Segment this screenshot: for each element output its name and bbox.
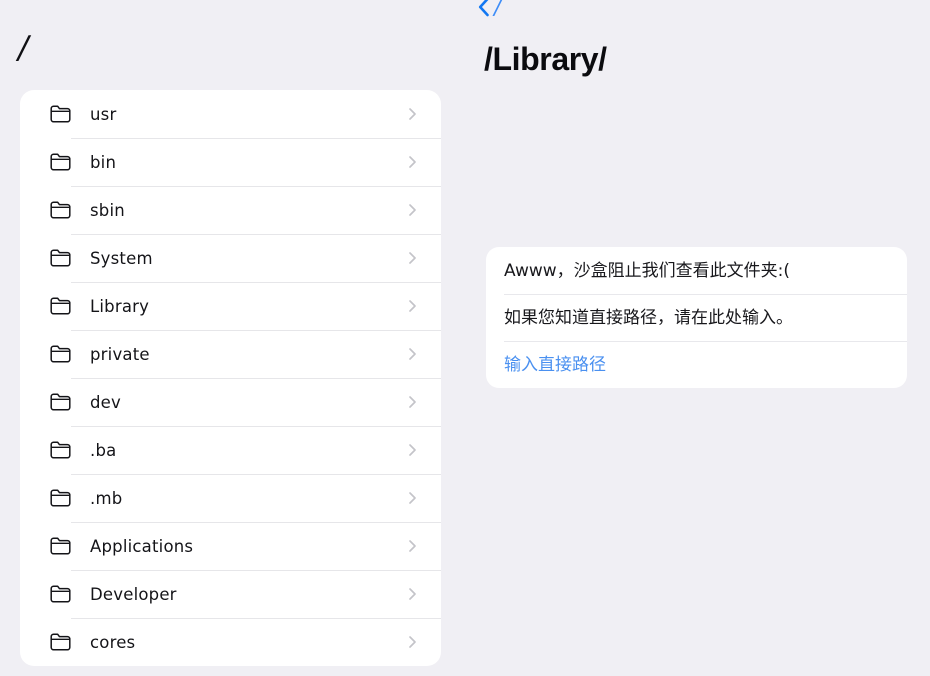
- folder-icon: [50, 393, 71, 411]
- folder-icon: [50, 537, 71, 555]
- folder-list-item-label: bin: [90, 152, 117, 172]
- folder-list-item-label: Applications: [90, 536, 194, 556]
- folder-list-item-label: Developer: [90, 584, 177, 604]
- notice-message-row: Awww，沙盒阻止我们查看此文件夹:(: [486, 247, 907, 294]
- folder-icon: [50, 297, 71, 315]
- folder-list-item-label: sbin: [90, 200, 125, 220]
- enter-direct-path-link[interactable]: 输入直接路径: [504, 353, 606, 377]
- folder-list-card: usr bin sbin System Library private dev .ba .mb A…: [20, 90, 441, 666]
- folder-list-item[interactable]: System: [20, 234, 441, 282]
- folder-list-item[interactable]: dev: [20, 378, 441, 426]
- chevron-right-icon: [407, 296, 419, 316]
- page-title-right: /Library/: [484, 41, 607, 77]
- folder-list-item-label: .ba: [90, 440, 117, 460]
- left-pane: / usr bin sbin System Library private dev .ba .m…: [0, 0, 465, 676]
- folder-icon: [50, 153, 71, 171]
- folder-list-item[interactable]: Applications: [20, 522, 441, 570]
- chevron-right-icon: [407, 104, 419, 124]
- folder-list-item[interactable]: .ba: [20, 426, 441, 474]
- folder-list-item[interactable]: Developer: [20, 570, 441, 618]
- chevron-right-icon: [407, 248, 419, 268]
- folder-list-item[interactable]: bin: [20, 138, 441, 186]
- folder-list-item[interactable]: Library: [20, 282, 441, 330]
- folder-list-item-label: .mb: [90, 488, 123, 508]
- chevron-right-icon: [407, 392, 419, 412]
- sandbox-notice-card: Awww，沙盒阻止我们查看此文件夹:( 如果您知道直接路径，请在此处输入。 输入…: [486, 247, 907, 388]
- folder-list-item-label: usr: [90, 104, 117, 124]
- chevron-right-icon: [407, 536, 419, 556]
- folder-icon: [50, 441, 71, 459]
- chevron-right-icon: [407, 440, 419, 460]
- folder-list-item-label: dev: [90, 392, 121, 412]
- folder-icon: [50, 201, 71, 219]
- chevron-right-icon: [407, 344, 419, 364]
- folder-icon: [50, 585, 71, 603]
- folder-list-item-label: cores: [90, 632, 136, 652]
- folder-icon: [50, 105, 71, 123]
- folder-icon: [50, 249, 71, 267]
- chevron-right-icon: [407, 632, 419, 652]
- folder-list-item-label: Library: [90, 296, 150, 316]
- chevron-right-icon: [407, 200, 419, 220]
- notice-hint: 如果您知道直接路径，请在此处输入。: [504, 307, 793, 328]
- chevron-left-icon: [477, 0, 490, 18]
- back-button[interactable]: /: [477, 0, 501, 20]
- folder-icon: [50, 633, 71, 651]
- notice-hint-row: 如果您知道直接路径，请在此处输入。: [486, 294, 907, 341]
- folder-list-item-label: System: [90, 248, 153, 268]
- enter-direct-path-row[interactable]: 输入直接路径: [486, 341, 907, 388]
- chevron-right-icon: [407, 152, 419, 172]
- folder-icon: [50, 489, 71, 507]
- folder-list-item[interactable]: private: [20, 330, 441, 378]
- folder-icon: [50, 345, 71, 363]
- folder-list-item[interactable]: cores: [20, 618, 441, 666]
- right-pane: / /Library/ Awww，沙盒阻止我们查看此文件夹:( 如果您知道直接路…: [465, 0, 930, 676]
- chevron-right-icon: [407, 584, 419, 604]
- folder-list-item[interactable]: sbin: [20, 186, 441, 234]
- folder-list-item[interactable]: usr: [20, 90, 441, 138]
- folder-list-item[interactable]: .mb: [20, 474, 441, 522]
- folder-list-item-label: private: [90, 344, 150, 364]
- page-title-left: /: [18, 30, 29, 66]
- chevron-right-icon: [407, 488, 419, 508]
- back-button-label: /: [494, 0, 502, 19]
- notice-message: Awww，沙盒阻止我们查看此文件夹:(: [504, 260, 791, 281]
